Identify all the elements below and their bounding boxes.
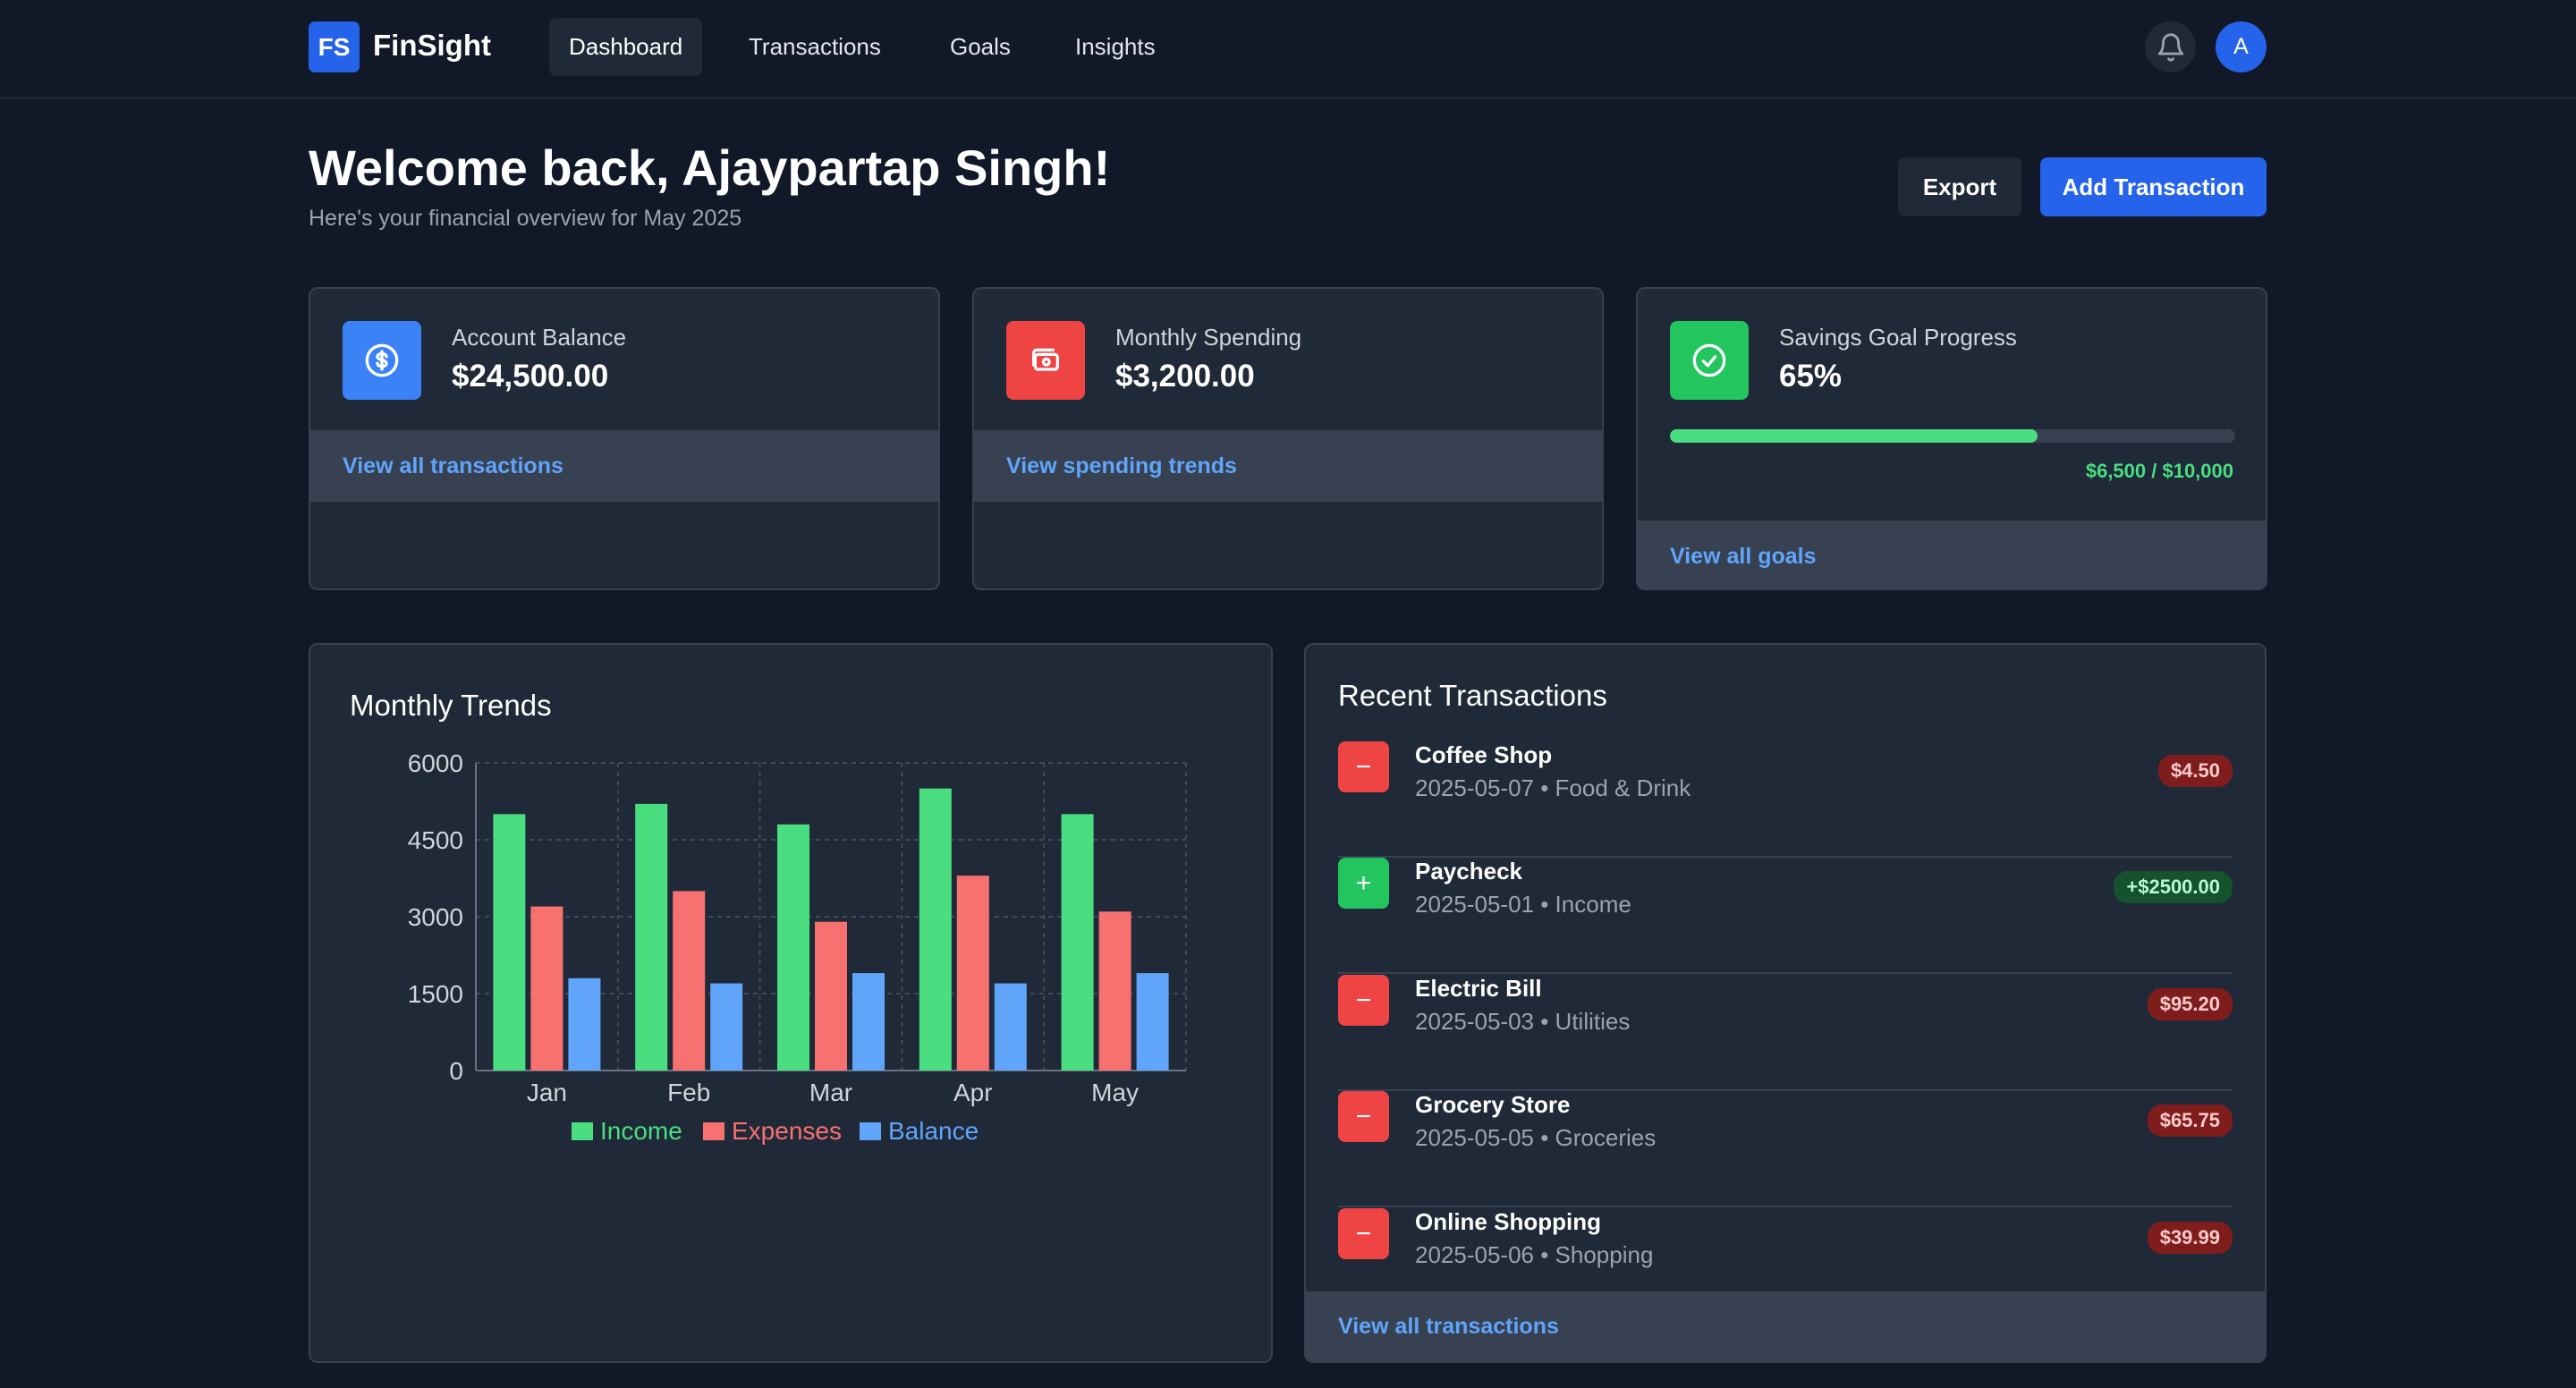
y-tick-label: 3000 xyxy=(408,903,463,931)
minus-icon: − xyxy=(1338,1208,1389,1259)
savings-progress-text: $6,500 / $10,000 xyxy=(2085,460,2233,482)
transaction-meta: 2025-05-06 • Shopping xyxy=(1415,1241,1654,1268)
transaction-meta: 2025-05-07 • Food & Drink xyxy=(1415,774,1691,801)
transaction-row[interactable]: − Coffee Shop 2025-05-07 • Food & Drink $4.… xyxy=(1338,741,2233,858)
bar-expenses-may xyxy=(1098,911,1131,1071)
spending-card-footer: View spending trends xyxy=(974,430,1602,502)
avatar[interactable]: A xyxy=(2216,21,2267,72)
balance-label: Account Balance xyxy=(452,324,627,351)
plus-icon: + xyxy=(1338,858,1389,909)
transaction-amount: $39.99 xyxy=(2147,1222,2233,1254)
savings-value: 65% xyxy=(1779,359,1843,394)
bar-balance-may xyxy=(1136,973,1169,1071)
export-button[interactable]: Export xyxy=(1898,157,2021,216)
legend-label-income: Income xyxy=(600,1117,682,1145)
transaction-amount: $65.75 xyxy=(2147,1104,2233,1137)
bar-balance-mar xyxy=(852,973,885,1071)
nav-goals[interactable]: Goals xyxy=(930,18,1030,76)
recent-transactions-title: Recent Transactions xyxy=(1338,679,1607,712)
add-transaction-button[interactable]: Add Transaction xyxy=(2040,157,2267,216)
y-tick-label: 4500 xyxy=(408,826,463,854)
savings-label: Savings Goal Progress xyxy=(1779,324,2017,351)
bar-balance-feb xyxy=(710,983,743,1071)
page-subtitle: Here's your financial overview for May 2… xyxy=(309,206,742,231)
monthly-trends-chart: 0 1500 3000 4500 6000 Jan Feb Mar Apr May Income Ex… xyxy=(408,749,1187,1145)
logo[interactable]: FS xyxy=(309,21,360,72)
transaction-name: Online Shopping xyxy=(1415,1208,1601,1235)
legend-swatch-expenses xyxy=(703,1122,724,1140)
x-tick-label: Apr xyxy=(953,1079,993,1106)
savings-progress-bar xyxy=(1670,429,2235,443)
bar-income-apr xyxy=(919,788,952,1071)
transaction-row[interactable]: − Grocery Store 2025-05-05 • Groceries $65.… xyxy=(1338,1091,2233,1207)
notifications-button[interactable] xyxy=(2145,21,2196,72)
savings-progress-fill xyxy=(1670,429,2038,443)
view-spending-trends-link[interactable]: View spending trends xyxy=(1006,453,1237,479)
bell-icon xyxy=(2157,33,2183,62)
bar-expenses-mar xyxy=(815,921,847,1071)
transaction-row[interactable]: + Paycheck 2025-05-01 • Income +$2500.00 xyxy=(1338,858,2233,974)
transaction-meta: 2025-05-03 • Utilities xyxy=(1415,1008,1631,1035)
savings-goal-card: Savings Goal Progress 65% $6,500 / $10,0… xyxy=(1636,287,2267,590)
page-title: Welcome back, Ajaypartap Singh! xyxy=(309,140,1111,196)
transaction-name: Grocery Store xyxy=(1415,1091,1571,1118)
y-tick-label: 0 xyxy=(449,1057,463,1085)
legend-label-expenses: Expenses xyxy=(732,1117,842,1145)
x-tick-label: Feb xyxy=(667,1079,710,1106)
x-tick-label: Mar xyxy=(809,1079,852,1106)
spending-value: $3,200.00 xyxy=(1115,359,1255,394)
nav-dashboard[interactable]: Dashboard xyxy=(549,18,703,76)
transaction-amount: $95.20 xyxy=(2147,988,2233,1020)
transactions-panel-footer: View all transactions xyxy=(1306,1291,2265,1361)
dollar-circle-icon xyxy=(343,321,421,400)
top-nav: FS FinSight Dashboard Transactions Goals… xyxy=(0,0,2576,99)
bar-income-mar xyxy=(777,824,809,1071)
bar-income-feb xyxy=(635,803,668,1071)
bar-balance-jan xyxy=(568,978,601,1071)
transaction-amount: +$2500.00 xyxy=(2114,871,2233,903)
nav-transactions[interactable]: Transactions xyxy=(729,18,901,76)
brand-name[interactable]: FinSight xyxy=(373,29,491,63)
transaction-meta: 2025-05-05 • Groceries xyxy=(1415,1124,1657,1151)
transaction-name: Paycheck xyxy=(1415,858,1522,884)
recent-transactions-panel: Recent Transactions − Coffee Shop 2025-05-… xyxy=(1304,643,2267,1363)
transaction-amount: $4.50 xyxy=(2157,755,2233,787)
view-all-goals-link[interactable]: View all goals xyxy=(1670,544,1817,570)
x-tick-label: May xyxy=(1091,1079,1139,1106)
bar-income-jan xyxy=(493,814,526,1071)
nav-insights[interactable]: Insights xyxy=(1055,18,1175,76)
bar-expenses-jan xyxy=(530,906,564,1071)
balance-value: $24,500.00 xyxy=(452,359,609,394)
savings-card-footer: View all goals xyxy=(1638,520,2266,588)
x-tick-label: Jan xyxy=(527,1079,567,1106)
bar-balance-apr xyxy=(994,983,1027,1071)
cash-icon xyxy=(1006,321,1085,400)
monthly-spending-card: Monthly Spending $3,200.00 View spending… xyxy=(972,287,1604,590)
y-tick-label: 6000 xyxy=(408,749,463,777)
legend-swatch-balance xyxy=(860,1122,881,1140)
check-circle-icon xyxy=(1670,321,1749,400)
account-balance-card: Account Balance $24,500.00 View all tran… xyxy=(309,287,940,590)
balance-card-footer: View all transactions xyxy=(310,430,938,502)
minus-icon: − xyxy=(1338,975,1389,1026)
bar-expenses-feb xyxy=(673,891,706,1071)
transaction-name: Coffee Shop xyxy=(1415,741,1553,768)
monthly-trends-panel: Monthly Trends 0 1500 3000 4500 6000 Jan Feb Ma… xyxy=(309,643,1273,1363)
view-all-transactions-footer-link[interactable]: View all transactions xyxy=(1338,1314,1559,1340)
transaction-meta: 2025-05-01 • Income xyxy=(1415,891,1631,918)
transaction-name: Electric Bill xyxy=(1415,975,1542,1002)
bar-expenses-apr xyxy=(956,876,989,1071)
spending-label: Monthly Spending xyxy=(1115,324,1302,351)
legend-swatch-income xyxy=(572,1122,593,1140)
minus-icon: − xyxy=(1338,741,1389,792)
legend-label-balance: Balance xyxy=(888,1117,979,1145)
view-all-transactions-link[interactable]: View all transactions xyxy=(343,453,564,479)
transaction-row[interactable]: − Electric Bill 2025-05-03 • Utilities $95.… xyxy=(1338,975,2233,1091)
y-tick-label: 1500 xyxy=(408,980,463,1008)
minus-icon: − xyxy=(1338,1091,1389,1142)
bar-income-may xyxy=(1061,814,1094,1071)
